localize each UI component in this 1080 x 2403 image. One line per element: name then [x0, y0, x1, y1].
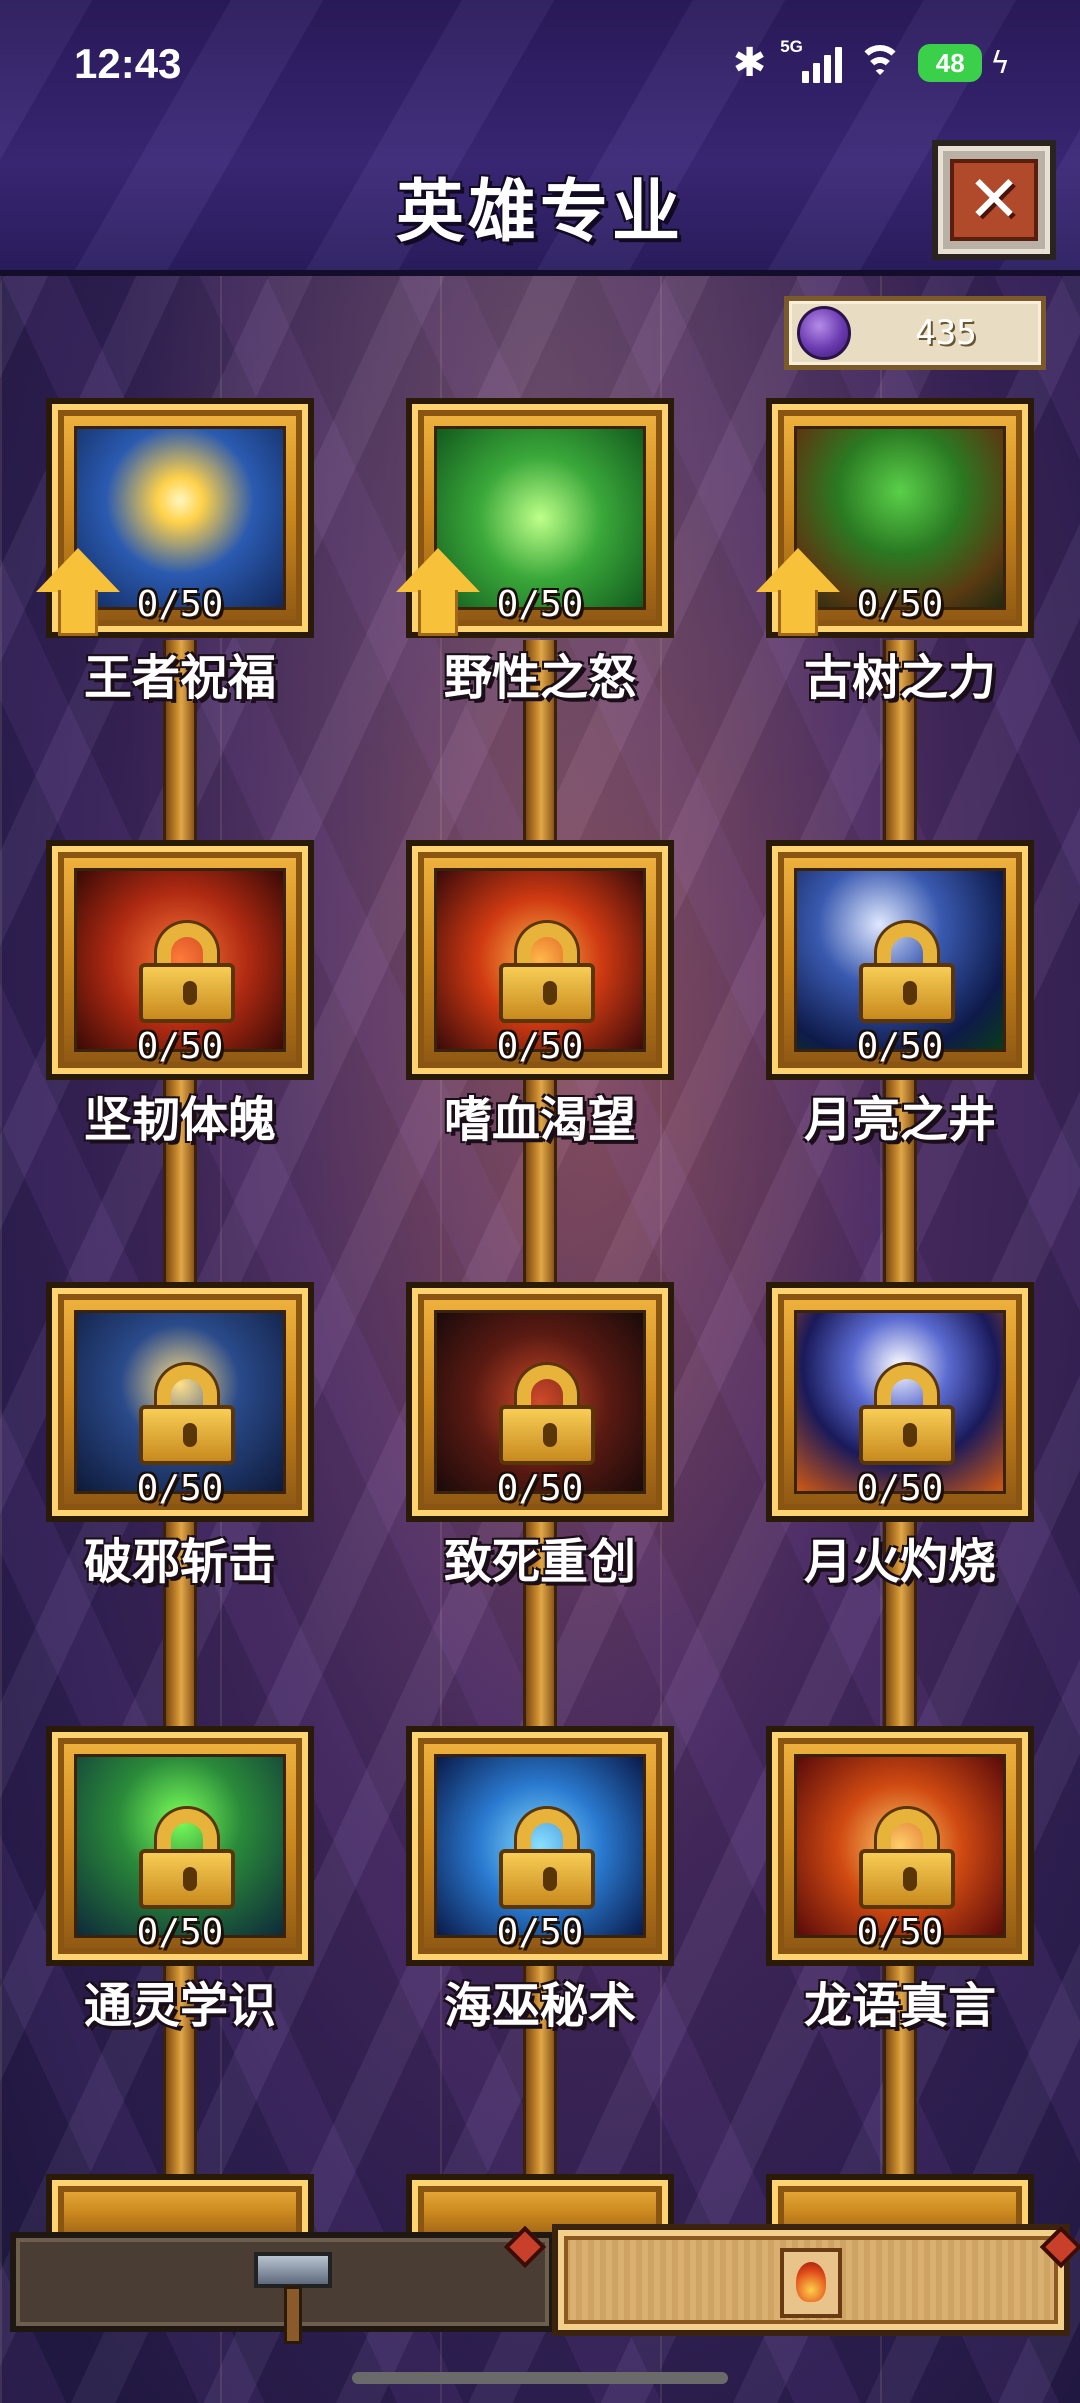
lock-icon [139, 923, 235, 1023]
skill-level: 0/50 [496, 1912, 584, 1953]
skill-level: 0/50 [856, 584, 944, 625]
page-title: 英雄专业 [395, 173, 684, 252]
purple-gem-icon [797, 306, 851, 360]
skill-level: 0/50 [136, 1026, 224, 1067]
cellular-signal-icon: 5G [780, 37, 843, 83]
skill-card[interactable]: 0/50 王者祝福 [36, 398, 314, 708]
skill-name: 海巫秘术 [443, 1978, 636, 2034]
skill-name: 野性之怒 [443, 650, 636, 706]
skill-art [74, 1310, 286, 1494]
skill-name: 王者祝福 [83, 650, 276, 706]
skill-level: 0/50 [496, 1026, 584, 1067]
lock-icon [499, 1809, 595, 1909]
bottom-nav [0, 2222, 1080, 2344]
skill-card[interactable]: 0/50 海巫秘术 [406, 1726, 674, 2036]
skill-card[interactable]: 0/50 古树之力 [756, 398, 1034, 708]
skill-art [434, 1310, 646, 1494]
lock-icon [499, 923, 595, 1023]
skill-name: 古树之力 [803, 650, 996, 706]
skill-card[interactable]: 0/50 通灵学识 [46, 1726, 314, 2036]
skill-name: 月火灼烧 [803, 1534, 996, 1590]
skill-name: 破邪斩击 [83, 1534, 276, 1590]
skill-card[interactable]: 0/50 破邪斩击 [46, 1282, 314, 1592]
skill-card[interactable]: 0/50 致死重创 [406, 1282, 674, 1592]
skill-level: 0/50 [136, 1468, 224, 1509]
skill-art [794, 1310, 1006, 1494]
lock-icon [859, 1365, 955, 1465]
battery-icon: 48 [918, 44, 983, 82]
skill-level: 0/50 [496, 584, 584, 625]
skill-name: 龙语真言 [803, 1978, 996, 2034]
skill-art [434, 1754, 646, 1938]
nav-tab-forge[interactable] [10, 2232, 555, 2344]
skill-name: 通灵学识 [83, 1978, 276, 2034]
skill-card[interactable]: 0/50 龙语真言 [766, 1726, 1034, 2036]
skill-name: 致死重创 [443, 1534, 636, 1590]
charging-icon: ϟ [990, 45, 1010, 81]
skill-level: 0/50 [136, 584, 224, 625]
status-icons: ✱ 5G 48 ϟ [732, 37, 1010, 88]
skill-level: 0/50 [856, 1468, 944, 1509]
skill-level: 0/50 [856, 1912, 944, 1953]
hammer-icon [248, 2246, 338, 2346]
skill-card[interactable]: 0/50 坚韧体魄 [46, 840, 314, 1150]
skill-name: 嗜血渴望 [443, 1092, 636, 1148]
close-button[interactable]: ✕ [932, 140, 1056, 260]
lock-icon [139, 1365, 235, 1465]
lock-icon [499, 1365, 595, 1465]
skill-art [74, 868, 286, 1052]
currency-display: 435 [784, 296, 1046, 370]
skill-card[interactable]: 0/50 月火灼烧 [766, 1282, 1034, 1592]
nav-tab-specialization[interactable] [552, 2224, 1070, 2336]
status-time: 12:43 [74, 40, 182, 87]
skill-art [794, 868, 1006, 1052]
currency-value: 435 [915, 313, 977, 353]
lock-icon [139, 1809, 235, 1909]
lock-icon [859, 1809, 955, 1909]
skill-card[interactable]: 0/50 嗜血渴望 [406, 840, 674, 1150]
skill-card[interactable]: 0/50 月亮之井 [766, 840, 1034, 1150]
bluetooth-icon: ✱ [732, 40, 767, 86]
close-button-face: ✕ [950, 159, 1038, 241]
network-type: 5G [780, 37, 803, 56]
wifi-icon [858, 45, 903, 81]
skill-art [434, 868, 646, 1052]
home-indicator [352, 2372, 728, 2384]
skill-card[interactable]: 0/50 野性之怒 [396, 398, 674, 708]
header-bar: 12:43 ✱ 5G 48 ϟ 英雄专业 [0, 0, 1080, 276]
skill-name: 月亮之井 [803, 1092, 996, 1148]
skill-level: 0/50 [856, 1026, 944, 1067]
skill-level: 0/50 [136, 1912, 224, 1953]
close-icon: ✕ [967, 163, 1021, 237]
skill-art [74, 1754, 286, 1938]
lock-icon [859, 923, 955, 1023]
skill-art [794, 1754, 1006, 1938]
scroll-icon [768, 2236, 854, 2330]
skill-name: 坚韧体魄 [83, 1092, 276, 1148]
skill-level: 0/50 [496, 1468, 584, 1509]
